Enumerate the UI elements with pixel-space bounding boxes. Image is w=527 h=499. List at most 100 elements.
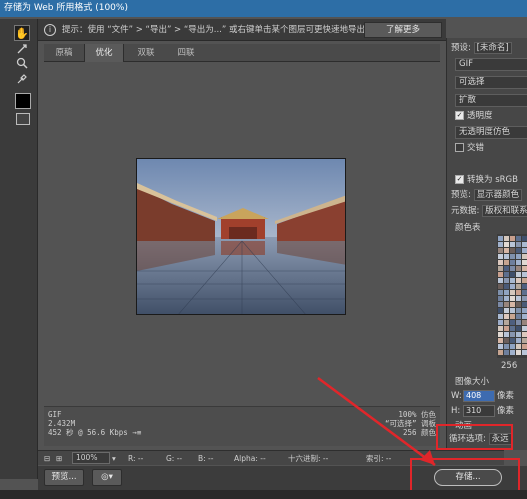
palette-swatch[interactable] xyxy=(504,236,509,241)
palette-swatch[interactable] xyxy=(504,302,509,307)
palette-swatch[interactable] xyxy=(510,284,515,289)
metadata-select[interactable]: 版权和联系信息 xyxy=(482,205,527,217)
preview-mode-select[interactable]: 显示器颜色 xyxy=(473,189,523,201)
palette-swatch[interactable] xyxy=(498,344,503,349)
palette-swatch[interactable] xyxy=(498,302,503,307)
download-speed-menu-icon[interactable]: →≡ xyxy=(132,428,141,437)
palette-swatch[interactable] xyxy=(498,296,503,301)
palette-swatch[interactable] xyxy=(522,308,527,313)
palette-swatch[interactable] xyxy=(516,308,521,313)
palette-swatch[interactable] xyxy=(516,242,521,247)
palette-swatch[interactable] xyxy=(498,314,503,319)
zoom-level-select[interactable]: 100% xyxy=(72,452,110,464)
palette-swatch[interactable] xyxy=(498,338,503,343)
palette-swatch[interactable] xyxy=(498,242,503,247)
palette-swatch[interactable] xyxy=(504,260,509,265)
eyedropper-color-swatch[interactable] xyxy=(15,93,31,109)
palette-swatch[interactable] xyxy=(510,326,515,331)
palette-swatch[interactable] xyxy=(498,272,503,277)
palette-swatch[interactable] xyxy=(498,248,503,253)
palette-swatch[interactable] xyxy=(516,302,521,307)
browser-select-button[interactable]: ◎▾ xyxy=(92,469,122,486)
palette-swatch[interactable] xyxy=(510,338,515,343)
palette-swatch[interactable] xyxy=(510,266,515,271)
tab-optimized[interactable]: 优化 xyxy=(84,44,124,62)
interlaced-checkbox[interactable]: 交错 xyxy=(455,142,484,155)
palette-swatch[interactable] xyxy=(504,242,509,247)
hand-tool-icon[interactable]: ✋ xyxy=(14,25,30,41)
color-reduction-select[interactable]: 可选择 xyxy=(455,76,527,89)
palette-swatch[interactable] xyxy=(516,344,521,349)
zoom-tool-icon[interactable] xyxy=(14,57,30,73)
zoom-out-icon[interactable]: ⊟ xyxy=(44,451,50,466)
palette-swatch[interactable] xyxy=(504,332,509,337)
tab-original[interactable]: 原稿 xyxy=(44,44,84,62)
palette-swatch[interactable] xyxy=(522,302,527,307)
palette-swatch[interactable] xyxy=(516,260,521,265)
palette-swatch[interactable] xyxy=(510,242,515,247)
palette-swatch[interactable] xyxy=(504,272,509,277)
palette-swatch[interactable] xyxy=(504,338,509,343)
palette-swatch[interactable] xyxy=(516,272,521,277)
toggle-slices-visibility-icon[interactable] xyxy=(16,113,30,125)
palette-swatch[interactable] xyxy=(516,254,521,259)
palette-swatch[interactable] xyxy=(504,254,509,259)
palette-swatch[interactable] xyxy=(510,278,515,283)
palette-swatch[interactable] xyxy=(504,326,509,331)
preview-button[interactable]: 预览... xyxy=(44,469,84,486)
palette-swatch[interactable] xyxy=(516,278,521,283)
palette-swatch[interactable] xyxy=(522,284,527,289)
palette-swatch[interactable] xyxy=(510,320,515,325)
palette-swatch[interactable] xyxy=(516,266,521,271)
palette-swatch[interactable] xyxy=(510,248,515,253)
palette-swatch[interactable] xyxy=(498,266,503,271)
height-input[interactable]: 310 xyxy=(463,405,495,417)
palette-swatch[interactable] xyxy=(510,350,515,355)
palette-swatch[interactable] xyxy=(504,350,509,355)
palette-swatch[interactable] xyxy=(504,290,509,295)
preview-canvas[interactable] xyxy=(44,62,440,406)
palette-swatch[interactable] xyxy=(522,236,527,241)
convert-srgb-checkbox[interactable]: ✓ 转换为 sRGB xyxy=(455,174,518,187)
color-table[interactable] xyxy=(497,234,527,358)
palette-swatch[interactable] xyxy=(504,284,509,289)
palette-swatch[interactable] xyxy=(504,308,509,313)
palette-swatch[interactable] xyxy=(498,350,503,355)
palette-swatch[interactable] xyxy=(522,242,527,247)
palette-swatch[interactable] xyxy=(522,344,527,349)
palette-swatch[interactable] xyxy=(510,260,515,265)
palette-swatch[interactable] xyxy=(510,314,515,319)
palette-swatch[interactable] xyxy=(498,278,503,283)
palette-swatch[interactable] xyxy=(510,308,515,313)
palette-swatch[interactable] xyxy=(498,290,503,295)
palette-swatch[interactable] xyxy=(516,248,521,253)
palette-swatch[interactable] xyxy=(516,314,521,319)
palette-swatch[interactable] xyxy=(498,332,503,337)
format-select[interactable]: GIF xyxy=(455,58,527,71)
palette-swatch[interactable] xyxy=(498,320,503,325)
zoom-in-icon[interactable]: ⊞ xyxy=(56,451,62,466)
palette-swatch[interactable] xyxy=(522,338,527,343)
palette-swatch[interactable] xyxy=(522,290,527,295)
palette-swatch[interactable] xyxy=(522,254,527,259)
tab-2-up[interactable]: 双联 xyxy=(126,44,166,62)
palette-swatch[interactable] xyxy=(516,296,521,301)
palette-swatch[interactable] xyxy=(516,338,521,343)
palette-swatch[interactable] xyxy=(516,290,521,295)
palette-swatch[interactable] xyxy=(504,296,509,301)
palette-swatch[interactable] xyxy=(522,320,527,325)
learn-more-button[interactable]: 了解更多 xyxy=(364,22,442,38)
palette-swatch[interactable] xyxy=(516,326,521,331)
tab-4-up[interactable]: 四联 xyxy=(166,44,206,62)
palette-swatch[interactable] xyxy=(504,266,509,271)
palette-swatch[interactable] xyxy=(510,302,515,307)
palette-swatch[interactable] xyxy=(504,278,509,283)
palette-swatch[interactable] xyxy=(522,248,527,253)
palette-swatch[interactable] xyxy=(510,344,515,349)
palette-swatch[interactable] xyxy=(516,284,521,289)
palette-swatch[interactable] xyxy=(510,296,515,301)
palette-swatch[interactable] xyxy=(522,260,527,265)
palette-swatch[interactable] xyxy=(516,236,521,241)
palette-swatch[interactable] xyxy=(504,314,509,319)
palette-swatch[interactable] xyxy=(498,326,503,331)
